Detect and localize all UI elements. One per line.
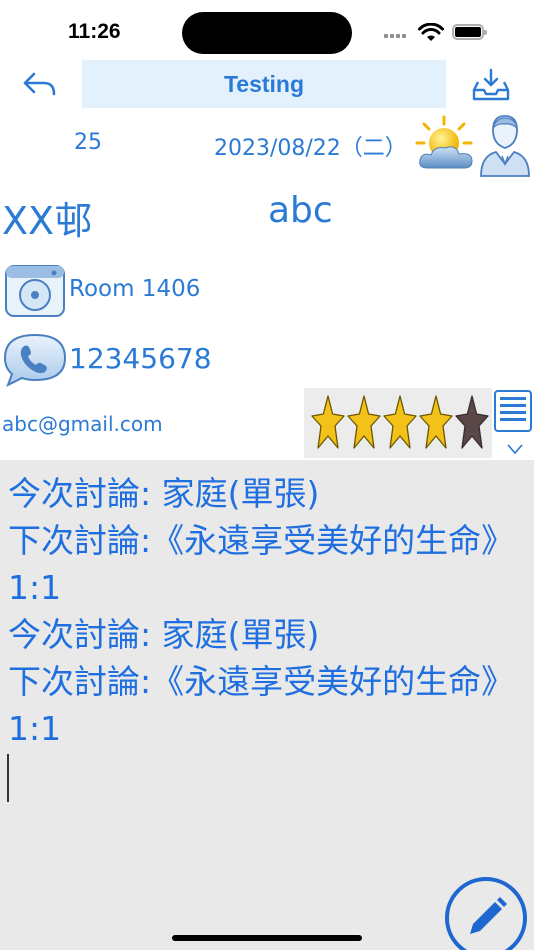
location-name: XX邨 (2, 199, 93, 243)
star-icon[interactable] (346, 394, 382, 452)
sun-cloud-icon[interactable] (414, 114, 476, 174)
star-icon[interactable] (418, 394, 454, 452)
status-time: 11:26 (68, 20, 121, 43)
phone-icon[interactable] (2, 332, 68, 388)
page-title: Testing (223, 70, 305, 97)
door-icon[interactable] (4, 264, 66, 318)
home-indicator (172, 935, 362, 941)
star-icon[interactable] (382, 394, 418, 452)
contact-label: abc (268, 190, 333, 231)
star-icon[interactable] (310, 394, 346, 452)
screen: 11:26 Testing 25 2023/08/22（二） XX邨 abc R… (0, 0, 534, 950)
wifi-icon (418, 23, 444, 41)
text-cursor (7, 754, 9, 802)
battery-icon (452, 24, 487, 40)
email-address[interactable]: abc@gmail.com (2, 412, 163, 436)
title-bar: Testing (82, 60, 446, 108)
record-number: 25 (74, 130, 102, 155)
notes-text: 今次討論: 家庭(單張) 下次討論:《永遠享受美好的生命》 1:1 今次討論: … (8, 474, 515, 748)
dynamic-island (182, 12, 352, 54)
back-arrow-icon[interactable] (22, 70, 58, 100)
chevron-down-icon[interactable] (506, 442, 524, 456)
pencil-icon[interactable] (444, 876, 528, 950)
rating-panel[interactable] (304, 388, 492, 458)
star-icon[interactable] (454, 394, 490, 452)
person-icon[interactable] (478, 110, 532, 178)
phone-number[interactable]: 12345678 (69, 342, 212, 375)
cellular-signal-icon (384, 34, 410, 40)
room-number[interactable]: Room 1406 (69, 276, 200, 302)
date-label[interactable]: 2023/08/22（二） (214, 130, 407, 162)
keyboard-icon[interactable] (494, 390, 532, 432)
download-tray-icon[interactable] (472, 68, 510, 102)
